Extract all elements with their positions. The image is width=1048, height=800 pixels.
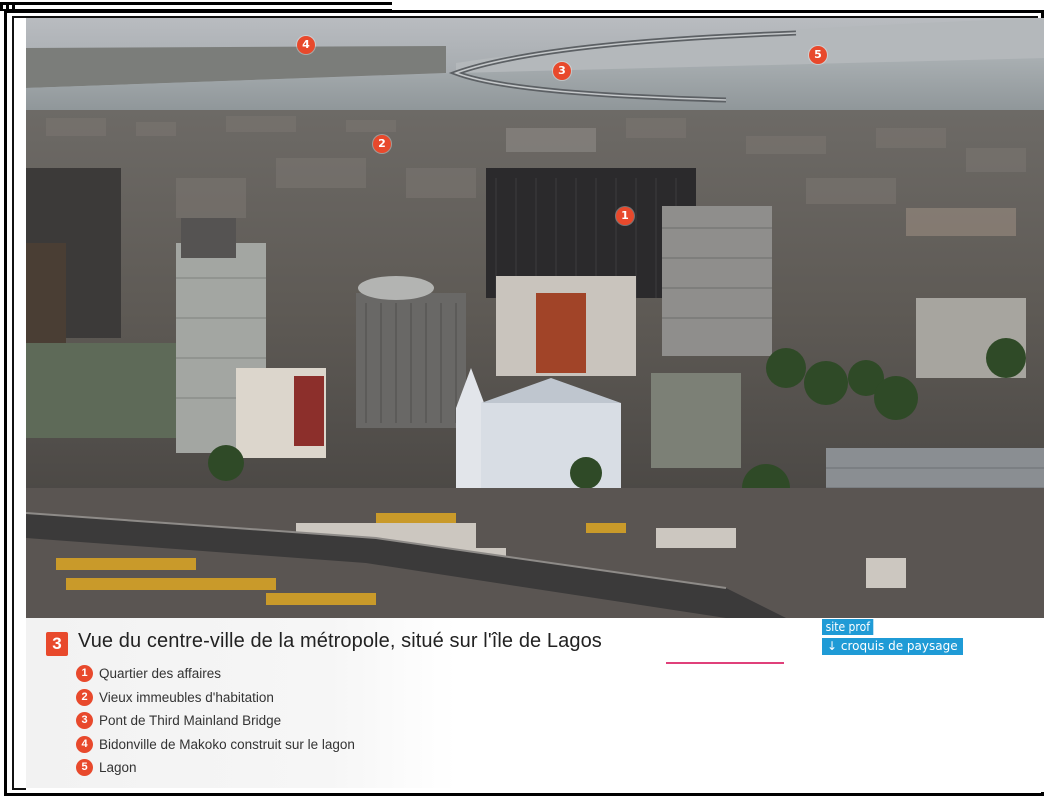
figure-number-badge: 3 [46,632,68,656]
figure-title: Vue du centre-ville de la métropole, sit… [78,630,602,652]
legend-item: 1 Quartier des affaires [76,662,355,686]
legend-label: Lagon [99,760,137,776]
legend-list: 1 Quartier des affaires 2 Vieux immeuble… [76,662,355,780]
legend-number: 1 [76,665,93,683]
photo-marker-5: 5 [809,46,827,64]
legend-number: 4 [76,735,93,753]
photo-marker-4: 4 [297,36,315,54]
legend-label: Vieux immeubles d'habitation [99,689,274,705]
legend-label: Quartier des affaires [99,666,222,682]
site-prof-box: site prof ↓ croquis de paysage [822,618,963,655]
legend-label: Bidonville de Makoko construit sur le la… [99,736,355,752]
legend-item: 2 Vieux immeubles d'habitation [76,686,355,710]
legend-item: 5 Lagon [76,756,355,780]
legend-number: 3 [76,712,93,730]
divider-line [666,662,784,664]
figure-caption: 3 Vue du centre-ville de la métropole, s… [26,618,1044,792]
photo-marker-3: 3 [553,62,571,80]
legend-item: 3 Pont de Third Mainland Bridge [76,709,355,733]
legend-number: 2 [76,688,93,706]
legend-item: 4 Bidonville de Makoko construit sur le … [76,733,355,757]
photo-illustration [26,18,1044,618]
legend-label: Pont de Third Mainland Bridge [99,713,282,729]
legend-number: 5 [76,759,93,777]
croquis-download-link[interactable]: ↓ croquis de paysage [822,638,963,655]
photo-marker-1: 1 [616,207,634,225]
site-prof-label: site prof [822,619,874,635]
aerial-photo-lagos: 4 5 3 2 1 [26,18,1044,618]
photo-marker-2: 2 [373,135,391,153]
